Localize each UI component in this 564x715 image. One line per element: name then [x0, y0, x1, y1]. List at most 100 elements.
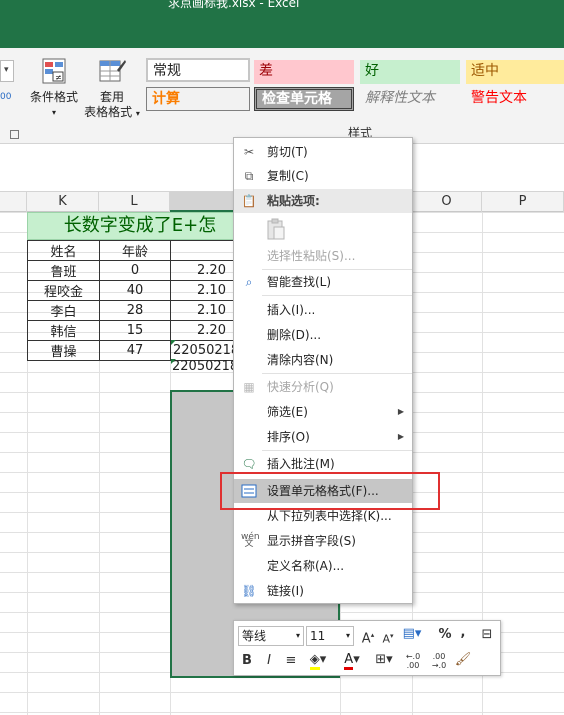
column-header-o[interactable]: O [412, 192, 482, 212]
menu-item-label: 粘贴选项: [267, 194, 320, 208]
comma-button[interactable]: , [457, 624, 469, 642]
bold-button[interactable]: B [240, 652, 254, 670]
table-cell[interactable]: 李白 [27, 300, 100, 321]
window-title: 求点画标我.xlsx - Excel [168, 0, 300, 10]
menu-item-clear[interactable]: 清除内容(N) [234, 348, 412, 372]
increase-decimal-button[interactable]: ←.0 .00 [402, 652, 424, 670]
menu-item-delete[interactable]: 删除(D)... [234, 323, 412, 347]
menu-item-phonetic[interactable]: wén 文显示拼音字段(S) [234, 529, 412, 553]
header-cell-name[interactable]: 姓名 [27, 240, 100, 261]
chevron-down-icon: ▾ [345, 631, 350, 640]
table-cell[interactable]: 曹操 [27, 340, 100, 361]
style-neutral[interactable]: 适中 [466, 60, 564, 84]
table-cell[interactable]: 28 [99, 300, 171, 321]
merge-center-icon[interactable]: ⊟ [478, 626, 496, 644]
title-bar: 求点画标我.xlsx - Excel [0, 0, 564, 48]
menu-item-define-name[interactable]: 定义名称(A)... [234, 554, 412, 578]
format-painter-icon[interactable]: 🖌 [454, 651, 472, 669]
style-calculation[interactable]: 计算 [146, 87, 250, 111]
error-indicator-icon[interactable] [171, 359, 176, 364]
italic-button[interactable]: I [262, 652, 276, 670]
table-cell[interactable]: 韩信 [27, 320, 100, 341]
header-cell-age[interactable]: 年龄 [99, 240, 171, 261]
menu-item-label: 筛选(E) [267, 405, 308, 419]
style-explanatory[interactable]: 解释性文本 [360, 87, 460, 111]
clipboard-icon [267, 218, 285, 240]
table-header-row: 姓名 年龄 身 [27, 240, 253, 261]
context-menu: ✂ 剪切(T) ⧉ 复制(C) 📋 粘贴选项: 选择性粘贴(S)... ⌕ 智能查找(L… [233, 137, 413, 604]
column-header-partial[interactable] [0, 192, 27, 212]
menu-item-label: 剪切(T) [267, 145, 308, 159]
error-indicator-icon[interactable] [171, 340, 176, 345]
decrease-decimal-button[interactable]: .00 →.0 [428, 652, 450, 670]
mini-toolbar: 等线 ▾ 11 ▾ A▴ A▾ ▤▾ % , ⊟ B I ≡ ◈▾ A▾ ⊞▾ ←.… [233, 620, 501, 676]
font-name-dropdown[interactable]: 等线 ▾ [238, 626, 304, 646]
style-normal[interactable]: 常规 [146, 58, 250, 82]
copy-icon: ⧉ [244, 169, 254, 183]
conditional-format-label: 条件格式 [29, 90, 78, 104]
fill-color-icon[interactable]: ◈▾ [304, 651, 332, 670]
conditional-format-button[interactable]: ≠ 条件格式 ▾ [28, 56, 80, 120]
style-warning[interactable]: 警告文本 [466, 87, 564, 111]
column-header-p[interactable]: P [482, 192, 564, 212]
accounting-format-icon[interactable]: ▤▾ [400, 625, 424, 643]
style-bad[interactable]: 差 [254, 60, 354, 84]
table-row: 鲁班 0 2.20 [27, 260, 253, 281]
number-format-dropdown[interactable]: ▾ [0, 60, 14, 82]
menu-separator [262, 450, 412, 451]
menu-item-copy[interactable]: ⧉ 复制(C) [234, 164, 412, 188]
decimal-button-partial[interactable]: 00 [0, 92, 11, 102]
borders-icon[interactable]: ⊞▾ [372, 651, 396, 669]
format-as-table-icon [97, 56, 127, 86]
chevron-down-icon: ▾ [51, 108, 56, 117]
table-cell[interactable]: 0 [99, 260, 171, 281]
menu-item-quick-analysis[interactable]: ▦ 快速分析(Q) [234, 375, 412, 399]
menu-item-filter[interactable]: 筛选(E) ▶ [234, 400, 412, 424]
menu-item-label: 显示拼音字段(S) [267, 534, 356, 548]
format-as-table-button[interactable]: 套用 表格格式 ▾ [82, 56, 142, 121]
align-center-icon[interactable]: ≡ [284, 652, 298, 670]
percent-button[interactable]: % [437, 626, 453, 644]
table-cell[interactable]: 15 [99, 320, 171, 341]
table-row: 曹操 47 22050218 [27, 340, 253, 361]
paste-option-button[interactable] [264, 217, 288, 241]
menu-item-sort[interactable]: 排序(O) ▶ [234, 425, 412, 449]
font-size-dropdown[interactable]: 11 ▾ [306, 626, 354, 646]
font-size-value: 11 [310, 629, 326, 643]
phonetic-icon: wén 文 [241, 532, 260, 549]
table-row: 李白 28 2.10 [27, 300, 253, 321]
style-check-cell[interactable]: 检查单元格 [254, 87, 354, 111]
table-row: 程咬金 40 2.10 [27, 280, 253, 301]
menu-item-label: 排序(O) [267, 430, 310, 444]
data-table: 姓名 年龄 身 鲁班 0 2.20 程咬金 40 2.10 李白 28 2.10… [27, 240, 253, 361]
format-as-table-label-1: 套用 [99, 90, 124, 104]
extra-id-cell[interactable]: 22050218 [172, 359, 238, 374]
chevron-down-icon: ▾ [295, 631, 300, 640]
column-header-k[interactable]: K [27, 192, 99, 212]
smart-lookup-icon: ⌕ [245, 275, 253, 289]
shrink-font-icon[interactable]: A▾ [380, 627, 396, 649]
menu-item-insert[interactable]: 插入(I)... [234, 298, 412, 322]
grow-font-icon[interactable]: A▴ [360, 626, 376, 648]
menu-item-label: 快速分析(Q) [267, 380, 334, 394]
highlight-annotation [220, 472, 440, 510]
column-header-l[interactable]: L [99, 192, 170, 212]
table-cell[interactable]: 47 [99, 340, 171, 361]
chevron-right-icon: ▶ [397, 407, 404, 416]
menu-item-link[interactable]: ⛓ 链接(I) [234, 579, 412, 603]
font-color-icon[interactable]: A▾ [338, 651, 366, 670]
table-cell[interactable]: 40 [99, 280, 171, 301]
table-cell[interactable]: 鲁班 [27, 260, 100, 281]
paste-icon: 📋 [241, 194, 257, 208]
menu-item-label: 链接(I) [267, 584, 304, 598]
menu-separator [262, 373, 412, 374]
menu-header-paste-options: 📋 粘贴选项: [234, 189, 412, 213]
menu-item-cut[interactable]: ✂ 剪切(T) [234, 140, 412, 164]
title-cell[interactable]: 长数字变成了E+怎 [27, 212, 253, 240]
menu-item-paste-special[interactable]: 选择性粘贴(S)... [234, 244, 412, 268]
menu-item-smart-lookup[interactable]: ⌕ 智能查找(L) [234, 270, 412, 294]
table-cell[interactable]: 程咬金 [27, 280, 100, 301]
dialog-launcher-icon[interactable] [10, 130, 19, 139]
style-good[interactable]: 好 [360, 60, 460, 84]
comment-icon: 🗨 [241, 457, 257, 471]
